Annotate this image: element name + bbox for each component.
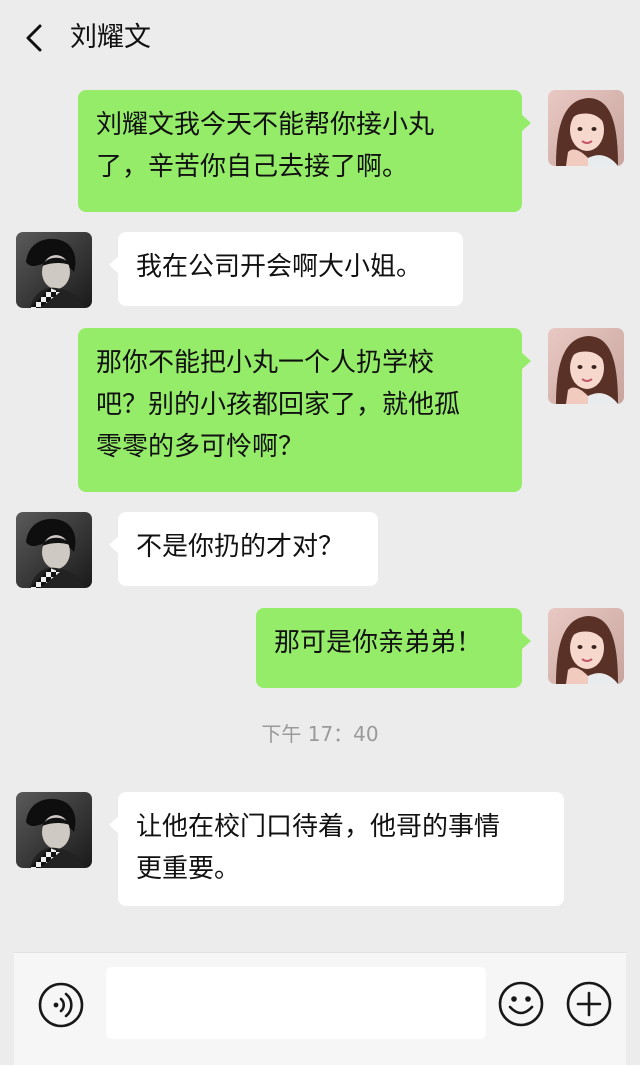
my-avatar[interactable] [548, 328, 624, 404]
message-bubble[interactable]: 那你不能把小丸一个人扔学校 吧？别的小孩都回家了，就他孤 零零的多可怜啊？ [78, 328, 531, 492]
message-text: 更重要。 [136, 854, 241, 884]
message-text: 我在公司开会啊大小姐。 [136, 252, 423, 282]
avatar-image [16, 232, 92, 308]
chat-title: 刘耀文 [70, 22, 151, 53]
message-text: 了，辛苦你自己去接了啊。 [96, 152, 409, 182]
plus-icon [566, 981, 612, 1027]
avatar-image [548, 608, 624, 684]
message-text: 那你不能把小丸一个人扔学校 [96, 348, 435, 378]
message-text: 不是你扔的才对？ [136, 532, 345, 562]
voice-icon [38, 982, 84, 1028]
timestamp: 下午 17：40 [261, 722, 379, 746]
input-bar [14, 952, 626, 1065]
back-icon [26, 24, 42, 52]
message-bubble[interactable]: 让他在校门口待着，他哥的事情 更重要。 [109, 792, 564, 906]
chat-header: 刘耀文 [0, 0, 640, 76]
contact-avatar[interactable] [16, 512, 92, 588]
voice-button[interactable] [36, 980, 86, 1030]
my-avatar[interactable] [548, 90, 624, 166]
message-text: 零零的多可怜啊？ [96, 432, 305, 462]
more-button[interactable] [564, 979, 614, 1029]
message-text: 吧？别的小孩都回家了，就他孤 [96, 390, 461, 420]
emoji-button[interactable] [496, 979, 546, 1029]
message-bubble[interactable]: 不是你扔的才对？ [109, 512, 378, 586]
avatar-image [548, 90, 624, 166]
emoji-icon [498, 981, 544, 1027]
message-bubble[interactable]: 那可是你亲弟弟！ [256, 608, 531, 688]
my-avatar[interactable] [548, 608, 624, 684]
message-text: 刘耀文我今天不能帮你接小丸 [96, 110, 435, 140]
message-input[interactable] [106, 967, 486, 1039]
contact-avatar[interactable] [16, 232, 92, 308]
message-bubble[interactable]: 我在公司开会啊大小姐。 [109, 232, 463, 306]
message-text: 那可是你亲弟弟！ [274, 628, 483, 658]
avatar-image [16, 512, 92, 588]
avatar-image [16, 792, 92, 868]
message-bubble[interactable]: 刘耀文我今天不能帮你接小丸 了，辛苦你自己去接了啊。 [78, 90, 531, 212]
avatar-image [548, 328, 624, 404]
contact-avatar[interactable] [16, 792, 92, 868]
message-text: 让他在校门口待着，他哥的事情 [136, 812, 501, 842]
back-button[interactable] [18, 18, 54, 58]
